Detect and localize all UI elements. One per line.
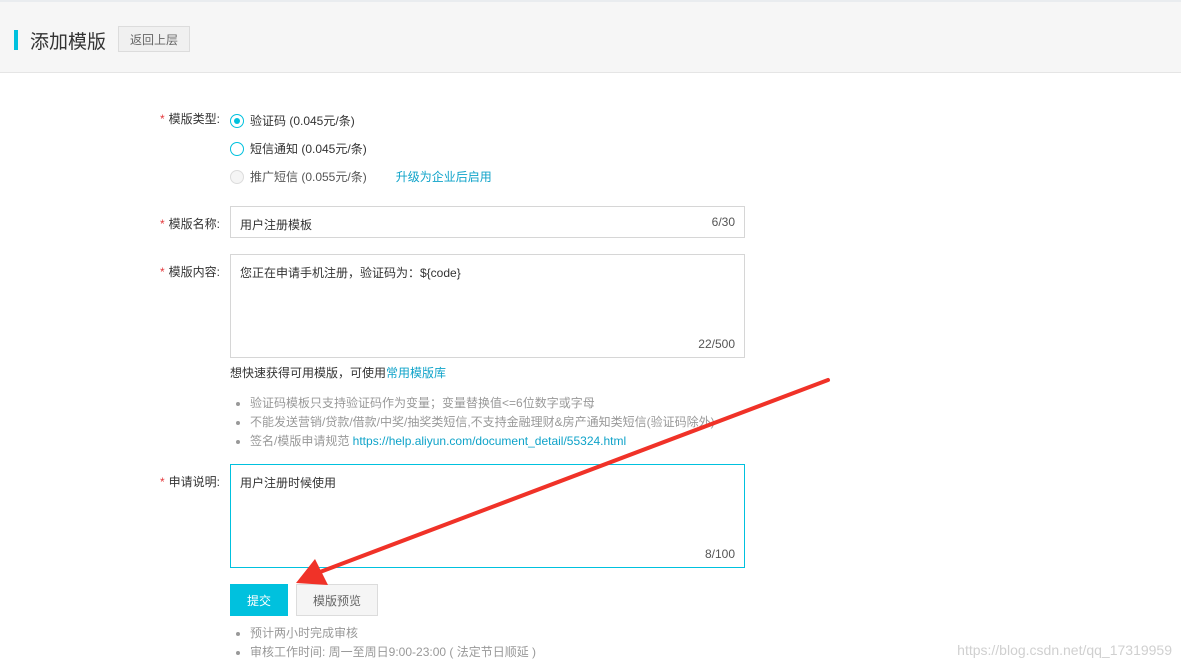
review-info-item: 审核工作时间: 周一至周日9:00-23:00 ( 法定节日顺延 ) (250, 643, 536, 662)
radio-checked-icon[interactable] (230, 113, 244, 128)
radio-option-verification-code[interactable]: 验证码 (0.045元/条) (230, 112, 355, 129)
hint-text: 想快速获得可用模版，可使用 (230, 366, 387, 380)
template-name-label: * 模版名称: (160, 215, 220, 232)
page-header: 添加模版 返回上层 (0, 2, 1181, 73)
rule-item: 验证码模板只支持验证码作为变量；变量替换值<=6位数字或字母 (250, 394, 715, 413)
radio-option-notification[interactable]: 短信通知 (0.045元/条) (230, 140, 367, 157)
back-button[interactable]: 返回上层 (118, 26, 190, 52)
rule-text: 验证码模板只支持验证码作为变量；变量替换值<=6位数字或字母 (250, 396, 595, 410)
template-content-label-text: 模版内容: (168, 265, 221, 279)
template-name-label-text: 模版名称: (168, 217, 221, 231)
radio-option-label: 推广短信 (0.055元/条) (250, 170, 367, 184)
submit-button[interactable]: 提交 (230, 584, 288, 616)
preview-button[interactable]: 模版预览 (296, 584, 378, 616)
template-library-hint: 想快速获得可用模版，可使用常用模版库 (230, 364, 446, 381)
apply-note-label: * 申请说明: (160, 473, 220, 490)
apply-note-label-text: 申请说明: (168, 475, 221, 489)
template-type-label: * 模版类型: (160, 110, 220, 127)
radio-disabled-icon (230, 169, 244, 184)
template-content-label: * 模版内容: (160, 263, 220, 280)
review-info-item: 预计两小时完成审核 (250, 624, 536, 643)
review-info-list: 预计两小时完成审核 审核工作时间: 周一至周日9:00-23:00 ( 法定节日… (236, 624, 536, 662)
title-accent-bar (14, 30, 18, 50)
template-library-link[interactable]: 常用模版库 (386, 366, 446, 380)
watermark: https://blog.csdn.net/qq_17319959 (957, 642, 1172, 658)
required-mark: * (160, 217, 165, 231)
rule-text: 不能发送营销/贷款/借款/中奖/抽奖类短信,不支持金融理财&房产通知类短信(验证… (250, 415, 715, 429)
radio-unchecked-icon[interactable] (230, 141, 244, 156)
radio-option-label: 验证码 (0.045元/条) (250, 114, 355, 128)
apply-note-char-count: 8/100 (704, 547, 735, 561)
rule-text: 签名/模版申请规范 (250, 434, 353, 448)
rule-item: 签名/模版申请规范 https://help.aliyun.com/docume… (250, 432, 715, 451)
template-content-value: 您正在申请手机注册，验证码为：${code} (240, 266, 461, 280)
radio-option-promotion: 推广短信 (0.055元/条) 升级为企业后启用 (230, 168, 492, 185)
spec-link[interactable]: https://help.aliyun.com/document_detail/… (353, 434, 627, 448)
apply-note-textarea[interactable]: 用户注册时候使用 8/100 (230, 464, 745, 568)
radio-option-label: 短信通知 (0.045元/条) (250, 142, 367, 156)
page-title: 添加模版 (30, 32, 107, 53)
template-name-input[interactable]: 用户注册模板 6/30 (230, 206, 745, 238)
template-content-char-count: 22/500 (698, 337, 735, 351)
rules-list: 验证码模板只支持验证码作为变量；变量替换值<=6位数字或字母 不能发送营销/贷款… (236, 394, 715, 451)
upgrade-link[interactable]: 升级为企业后启用 (396, 168, 492, 185)
apply-note-value: 用户注册时候使用 (240, 476, 337, 490)
rule-item: 不能发送营销/贷款/借款/中奖/抽奖类短信,不支持金融理财&房产通知类短信(验证… (250, 413, 715, 432)
template-type-label-text: 模版类型: (168, 112, 221, 126)
required-mark: * (160, 265, 165, 279)
template-content-textarea[interactable]: 您正在申请手机注册，验证码为：${code} 22/500 (230, 254, 745, 358)
required-mark: * (160, 112, 165, 126)
template-name-char-count: 6/30 (711, 215, 735, 229)
template-name-value: 用户注册模板 (240, 218, 313, 232)
required-mark: * (160, 475, 165, 489)
